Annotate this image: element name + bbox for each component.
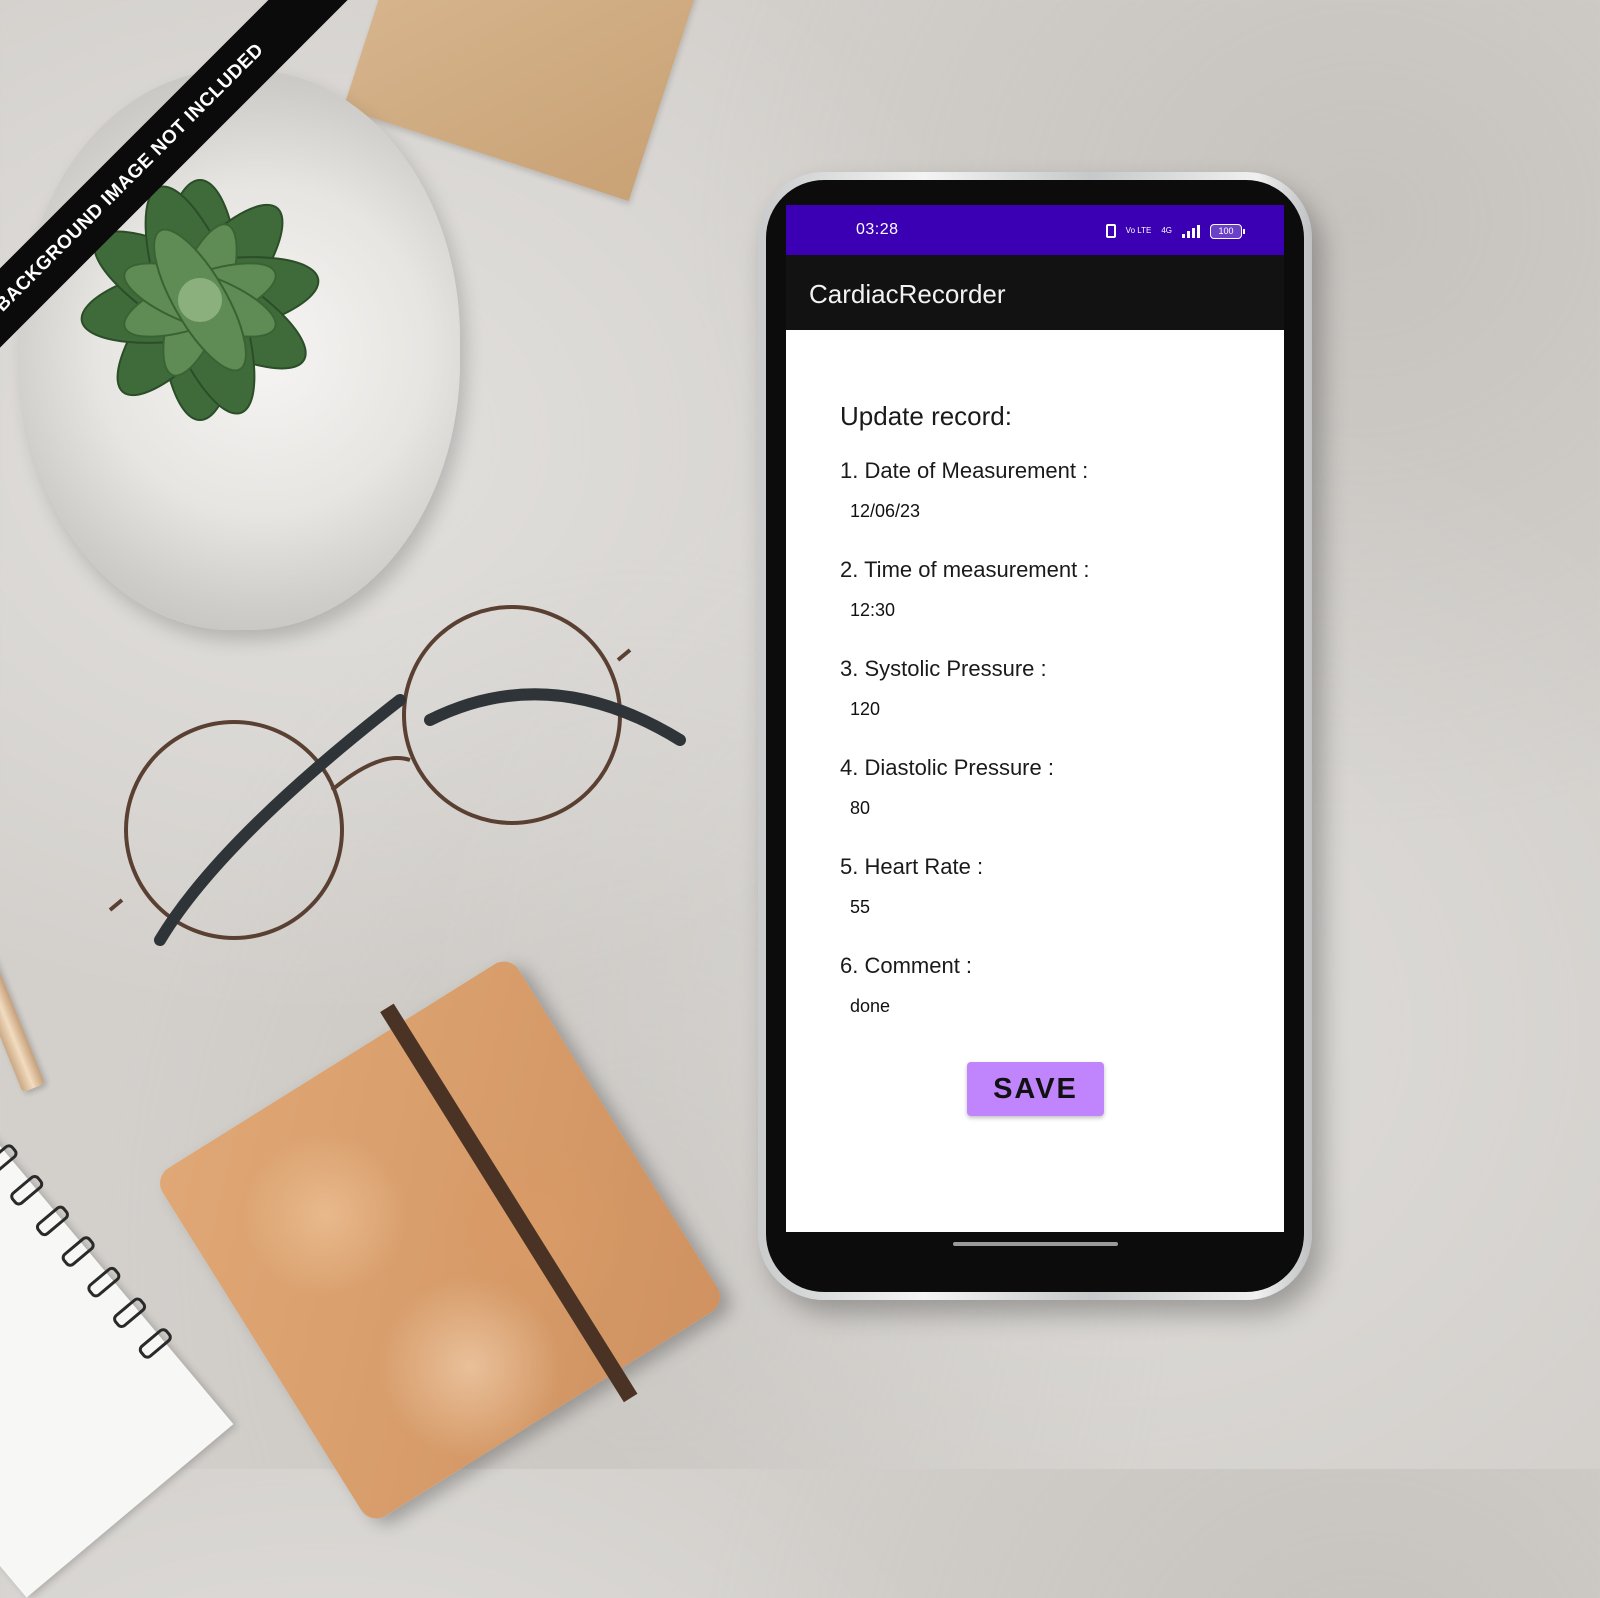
- comment-label: 6. Comment :: [840, 953, 973, 978]
- save-button[interactable]: SAVE: [967, 1062, 1104, 1116]
- status-bar: 03:28 Vo LTE 4G 100: [786, 205, 1284, 255]
- phone-screen: 03:28 Vo LTE 4G 100 CardiacRecorder Upda…: [786, 205, 1284, 1257]
- home-indicator[interactable]: [953, 1242, 1118, 1246]
- signal-icon: [1182, 224, 1200, 238]
- pen: [0, 777, 45, 1093]
- status-icons: Vo LTE 4G 100: [1105, 220, 1245, 242]
- notebook-elastic-band: [380, 1003, 638, 1403]
- diastolic-field[interactable]: [850, 791, 1240, 825]
- network-type-icon: 4G: [1161, 226, 1172, 235]
- status-time: 03:28: [856, 221, 899, 238]
- time-field[interactable]: [850, 593, 1240, 627]
- time-label: 2. Time of measurement :: [840, 557, 1090, 582]
- comment-field[interactable]: [850, 989, 1240, 1023]
- eyeglasses: [108, 605, 686, 946]
- heart-rate-label: 5. Heart Rate :: [840, 854, 984, 879]
- vibrate-icon: [1105, 224, 1116, 238]
- cork-notebook: [153, 954, 727, 1526]
- date-field[interactable]: [850, 494, 1240, 528]
- app-title: CardiacRecorder: [809, 279, 1006, 309]
- systolic-label: 3. Systolic Pressure :: [840, 656, 1047, 681]
- form-heading: Update record:: [840, 401, 1012, 431]
- systolic-field[interactable]: [850, 692, 1240, 726]
- update-record-form: Update record: 1. Date of Measurement : …: [786, 330, 1284, 1232]
- volte-icon: Vo LTE: [1125, 226, 1152, 235]
- navigation-bar: [786, 1232, 1284, 1257]
- battery-icon: 100: [1210, 223, 1245, 239]
- heart-rate-field[interactable]: [850, 890, 1240, 924]
- app-bar: CardiacRecorder: [786, 255, 1284, 330]
- date-label: 1. Date of Measurement :: [840, 458, 1089, 483]
- diastolic-label: 4. Diastolic Pressure :: [840, 755, 1054, 780]
